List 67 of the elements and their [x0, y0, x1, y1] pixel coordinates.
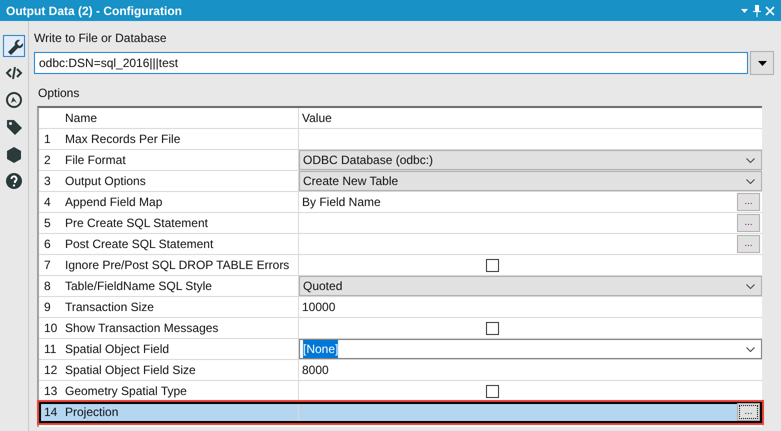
- ellipsis-button[interactable]: ...: [737, 214, 760, 232]
- option-value: By Field Name: [302, 194, 381, 211]
- row-number: 3: [43, 173, 52, 190]
- row-number: 11: [43, 341, 58, 358]
- option-name: Spatial Object Field: [63, 339, 299, 359]
- option-value: 8000: [301, 362, 330, 379]
- row-number: 7: [43, 257, 52, 274]
- row-number: 6: [43, 236, 52, 253]
- option-name: Pre Create SQL Statement: [63, 213, 299, 233]
- option-name: Max Records Per File: [63, 129, 299, 149]
- chevron-icon[interactable]: [746, 346, 755, 352]
- option-row[interactable]: 4 Append Field Map By Field Name ...: [39, 192, 762, 213]
- option-combo[interactable]: [None]: [299, 339, 762, 359]
- destination-field[interactable]: odbc:DSN=sql_2016|||test: [34, 52, 748, 74]
- option-row[interactable]: 14 Projection ...: [39, 402, 762, 423]
- row-number: 5: [43, 215, 52, 232]
- option-row[interactable]: 8 Table/FieldName SQL Style Quoted: [39, 276, 762, 297]
- row-number: 8: [43, 278, 52, 295]
- window-title: Output Data (2) - Configuration: [6, 2, 183, 20]
- destination-label: Write to File or Database: [34, 30, 168, 47]
- option-dropdown[interactable]: Create New Table: [299, 171, 762, 191]
- row-number: 2: [43, 152, 52, 169]
- dropdown-button[interactable]: [750, 51, 774, 75]
- checkbox[interactable]: [486, 258, 498, 272]
- dropdown-icon[interactable]: [740, 8, 749, 14]
- option-row[interactable]: 2 File Format ODBC Database (odbc:): [39, 150, 762, 171]
- column-header: Name: [63, 108, 299, 128]
- chevron-icon[interactable]: [746, 178, 755, 184]
- caret-icon: [758, 60, 766, 66]
- checkbox[interactable]: [486, 322, 498, 334]
- ellipsis-button[interactable]: ...: [737, 193, 760, 211]
- option-row[interactable]: 9 Transaction Size 10000: [39, 297, 762, 318]
- row-number: 4: [43, 194, 52, 211]
- option-value: 10000: [301, 299, 336, 316]
- row-number: 1: [43, 131, 52, 148]
- chevron-icon[interactable]: [746, 158, 755, 162]
- checkbox[interactable]: [486, 384, 498, 398]
- ellipsis-button[interactable]: ...: [737, 403, 760, 421]
- option-name: Transaction Size: [63, 297, 299, 317]
- chevron-icon[interactable]: [746, 284, 755, 288]
- row-number: 12: [43, 362, 58, 379]
- option-name: Projection: [63, 402, 299, 422]
- wrench-tab[interactable]: [3, 35, 25, 57]
- option-row[interactable]: 5 Pre Create SQL Statement ...: [39, 213, 762, 234]
- option-row[interactable]: 3 Output Options Create New Table: [39, 171, 762, 192]
- row-number: 14: [43, 404, 58, 421]
- pin-icon[interactable]: [753, 4, 761, 16]
- option-row[interactable]: 12 Spatial Object Field Size 8000: [39, 360, 762, 381]
- close-icon[interactable]: [765, 6, 775, 16]
- option-row[interactable]: 11 Spatial Object Field [None]: [39, 339, 762, 360]
- option-row[interactable]: 6 Post Create SQL Statement ...: [39, 234, 762, 255]
- ellipsis-button[interactable]: ...: [737, 235, 760, 253]
- row-number: 9: [43, 299, 52, 316]
- row-number: 13: [43, 383, 58, 400]
- option-name: Show Transaction Messages: [63, 318, 299, 338]
- help-tab[interactable]: [3, 170, 25, 192]
- compass-tab[interactable]: [3, 89, 25, 111]
- option-name: Post Create SQL Statement: [63, 234, 299, 254]
- option-row[interactable]: 10 Show Transaction Messages: [39, 318, 762, 339]
- option-dropdown[interactable]: ODBC Database (odbc:): [299, 150, 762, 170]
- option-name: Ignore Pre/Post SQL DROP TABLE Errors: [63, 255, 299, 275]
- options-label: Options: [38, 85, 80, 102]
- column-header: Value: [301, 110, 333, 127]
- row-number: 10: [43, 320, 58, 337]
- option-dropdown[interactable]: Quoted: [299, 276, 762, 296]
- option-name: Append Field Map: [63, 192, 299, 212]
- option-name: Spatial Object Field Size: [63, 360, 299, 380]
